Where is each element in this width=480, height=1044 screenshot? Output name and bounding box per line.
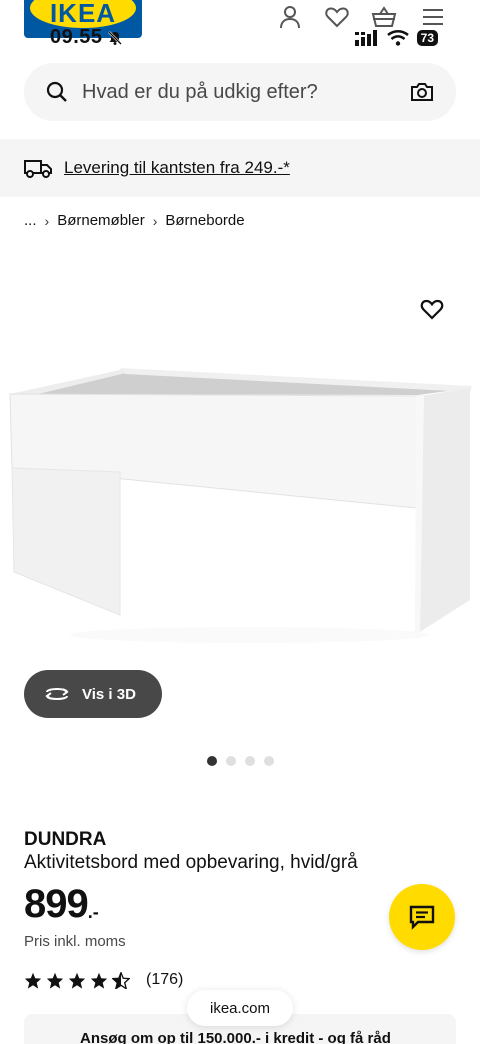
logo-ellipse: IKEA: [30, 0, 136, 28]
add-to-favorites-heart-icon[interactable]: [420, 297, 444, 321]
favorites-heart-icon[interactable]: [324, 4, 350, 30]
carousel-dot-2[interactable]: [226, 756, 236, 766]
star-full-icon: [46, 972, 64, 989]
price-suffix: .-: [87, 902, 99, 922]
chevron-right-icon: ›: [44, 212, 50, 229]
cellular-signal-icon: [354, 30, 377, 46]
delivery-banner[interactable]: Levering til kantsten fra 249.-*: [0, 139, 480, 197]
status-icons: 73: [354, 30, 438, 46]
star-half-icon: [112, 971, 130, 989]
carousel-pagination: [207, 756, 274, 766]
price-note: Pris inkl. moms: [24, 933, 126, 950]
menu-hamburger-icon[interactable]: [420, 4, 446, 30]
top-bar: IKEA 09.55 73: [0, 0, 480, 52]
account-icon[interactable]: [277, 4, 303, 30]
chevron-right-icon: ›: [152, 212, 158, 229]
product-name: DUNDRA: [24, 829, 107, 850]
breadcrumb: ... › Børnemøbler › Børneborde: [24, 212, 245, 229]
product-image[interactable]: [0, 360, 480, 650]
carousel-dot-1[interactable]: [207, 756, 217, 766]
camera-icon[interactable]: [410, 81, 434, 103]
view-in-3d-label: Vis i 3D: [82, 685, 136, 703]
rotate-3d-icon: [45, 688, 69, 700]
view-in-3d-button[interactable]: Vis i 3D: [24, 670, 162, 718]
product-price: 899 .-: [24, 882, 99, 927]
chat-button[interactable]: [389, 884, 455, 950]
star-full-icon: [24, 972, 42, 989]
bell-muted-icon: [107, 30, 122, 45]
product-rating[interactable]: (176): [24, 971, 183, 989]
carousel-dot-3[interactable]: [245, 756, 255, 766]
delivery-link[interactable]: Levering til kantsten fra 249.-*: [64, 158, 290, 178]
search-placeholder[interactable]: Hvad er du på udkig efter?: [82, 81, 410, 104]
status-time: 09.55: [50, 26, 123, 49]
product-description: Aktivitetsbord med opbevaring, hvid/grå: [24, 852, 358, 873]
carousel-dot-4[interactable]: [264, 756, 274, 766]
browser-url-pill[interactable]: ikea.com: [187, 990, 293, 1026]
shopping-basket-icon[interactable]: [371, 4, 397, 30]
credit-banner-text: Ansøg om op til 150.000.- i kredit - og …: [80, 1030, 391, 1044]
browser-url-text: ikea.com: [209, 999, 271, 1017]
battery-indicator: 73: [416, 30, 438, 46]
search-bar[interactable]: Hvad er du på udkig efter?: [24, 63, 456, 121]
wifi-icon: [386, 30, 409, 46]
star-full-icon: [90, 972, 108, 989]
breadcrumb-item-boernemoebler[interactable]: Børnemøbler: [57, 212, 145, 229]
breadcrumb-ellipsis[interactable]: ...: [24, 212, 37, 229]
logo-text: IKEA: [49, 0, 117, 28]
delivery-truck-icon: [24, 160, 52, 178]
search-icon: [46, 81, 67, 102]
status-time-text: 09.55: [50, 26, 103, 48]
star-full-icon: [68, 972, 86, 989]
rating-count[interactable]: (176): [146, 971, 183, 989]
price-amount: 899: [24, 882, 89, 926]
chat-bubble-icon: [409, 905, 435, 930]
breadcrumb-item-boerneborde[interactable]: Børneborde: [165, 212, 244, 229]
